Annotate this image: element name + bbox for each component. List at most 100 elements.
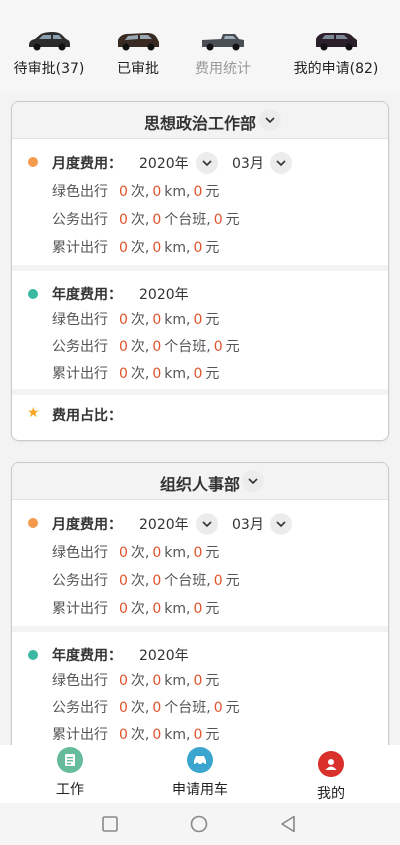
count-value: 0 bbox=[119, 366, 128, 382]
count-unit: 次, bbox=[130, 240, 150, 256]
pickup-icon bbox=[202, 34, 244, 51]
yuan-unit: 元 bbox=[225, 573, 240, 589]
nav-work[interactable]: 工作 bbox=[50, 747, 90, 799]
annual-dot-icon bbox=[28, 289, 38, 299]
work-icon bbox=[57, 747, 83, 773]
row-label: 公务出行 bbox=[52, 339, 108, 355]
yuan-value: 0 bbox=[213, 212, 223, 228]
count-value: 0 bbox=[119, 673, 128, 689]
recent-apps-icon[interactable] bbox=[102, 816, 118, 832]
user-icon bbox=[318, 751, 344, 777]
count-unit: 次, bbox=[130, 212, 150, 228]
total-travel-row: 累计出行 0 次, 0 km, 0 元 bbox=[52, 724, 219, 744]
tab-approved[interactable]: 已审批 bbox=[108, 30, 168, 78]
tab-my-applications[interactable]: 我的申请(82) bbox=[282, 30, 390, 78]
total-travel-row: 累计出行 0 次, 0 km, 0 元 bbox=[52, 363, 219, 383]
star-icon: ★ bbox=[27, 405, 40, 421]
annual-year: 2020年 bbox=[139, 287, 189, 303]
row-label: 绿色出行 bbox=[52, 312, 108, 328]
yuan-value: 0 bbox=[213, 700, 223, 716]
km-value: 0 bbox=[152, 727, 162, 743]
green-travel-row: 绿色出行 0 次, 0 km, 0 元 bbox=[52, 670, 219, 690]
annual-expense-label: 年度费用： bbox=[52, 648, 122, 664]
annual-dot-icon bbox=[28, 650, 38, 660]
yuan-value: 0 bbox=[193, 601, 203, 617]
yuan-unit: 元 bbox=[205, 312, 220, 328]
year-dropdown[interactable] bbox=[196, 152, 218, 174]
nav-apply-car[interactable]: 申请用车 bbox=[160, 747, 240, 799]
tab-pending[interactable]: 待审批(37) bbox=[6, 30, 92, 78]
count-value: 0 bbox=[119, 545, 128, 561]
count-value: 0 bbox=[119, 184, 128, 200]
yuan-value: 0 bbox=[213, 573, 223, 589]
department-header: 组织人事部 bbox=[12, 463, 388, 500]
bottom-nav: 工作 申请用车 我的 bbox=[0, 745, 400, 803]
chevron-down-icon bbox=[276, 160, 286, 166]
km-unit: km, bbox=[164, 312, 191, 328]
department-card: 组织人事部 月度费用： 2020年 03月 绿色出行 0 次, 0 km, 0 元 公务出行… bbox=[11, 462, 389, 764]
department-dropdown[interactable] bbox=[259, 109, 281, 131]
km-unit: km, bbox=[164, 184, 191, 200]
monthly-expense-section: 月度费用： 2020年 03月 绿色出行 0 次, 0 km, 0 元 公务出行 0 次, 0 个台… bbox=[12, 500, 388, 626]
chevron-down-icon bbox=[248, 478, 258, 484]
km-value: 0 bbox=[152, 601, 162, 617]
nav-work-label: 工作 bbox=[56, 782, 84, 798]
tab-expense-stats-label: 费用统计 bbox=[195, 61, 251, 77]
count-value: 0 bbox=[119, 240, 128, 256]
annual-expense-section: 年度费用： 2020年 绿色出行 0 次, 0 km, 0 元 公务出行 0 次, 0 个台班, 0 元… bbox=[12, 626, 388, 762]
yuan-unit: 元 bbox=[205, 240, 220, 256]
monthly-year-select[interactable]: 2020年 bbox=[139, 514, 189, 534]
monthly-month-select[interactable]: 03月 bbox=[232, 153, 264, 173]
monthly-year-select[interactable]: 2020年 bbox=[139, 153, 189, 173]
home-icon[interactable] bbox=[190, 815, 208, 833]
monthly-expense-label: 月度费用： bbox=[52, 517, 122, 533]
green-travel-row: 绿色出行 0 次, 0 km, 0 元 bbox=[52, 309, 219, 329]
count-unit: 次, bbox=[130, 700, 150, 716]
yuan-value: 0 bbox=[193, 673, 203, 689]
count-value: 0 bbox=[119, 312, 128, 328]
shifts-value: 0 bbox=[152, 212, 162, 228]
count-unit: 次, bbox=[130, 312, 150, 328]
km-value: 0 bbox=[152, 673, 162, 689]
monthly-month-select[interactable]: 03月 bbox=[232, 514, 264, 534]
yuan-unit: 元 bbox=[205, 673, 220, 689]
km-value: 0 bbox=[152, 366, 162, 382]
monthly-expense-label: 月度费用： bbox=[52, 156, 122, 172]
yuan-unit: 元 bbox=[225, 700, 240, 716]
yuan-unit: 元 bbox=[205, 727, 220, 743]
yuan-value: 0 bbox=[193, 727, 203, 743]
department-header: 思想政治工作部 bbox=[12, 102, 388, 139]
official-travel-row: 公务出行 0 次, 0 个台班, 0 元 bbox=[52, 209, 240, 229]
month-dropdown[interactable] bbox=[270, 152, 292, 174]
count-value: 0 bbox=[119, 601, 128, 617]
department-name: 思想政治工作部 bbox=[143, 114, 256, 133]
department-dropdown[interactable] bbox=[242, 470, 264, 492]
official-travel-row: 公务出行 0 次, 0 个台班, 0 元 bbox=[52, 697, 240, 717]
sedan-icon bbox=[29, 32, 70, 51]
row-label: 公务出行 bbox=[52, 700, 108, 716]
back-icon[interactable] bbox=[280, 815, 296, 833]
tab-expense-stats[interactable]: 费用统计 bbox=[188, 30, 258, 78]
total-travel-row: 累计出行 0 次, 0 km, 0 元 bbox=[52, 237, 219, 257]
count-value: 0 bbox=[119, 339, 128, 355]
nav-mine[interactable]: 我的 bbox=[311, 751, 351, 803]
annual-expense-section: 年度费用： 2020年 绿色出行 0 次, 0 km, 0 元 公务出行 0 次, 0 个台班, 0 元… bbox=[12, 265, 388, 389]
row-label: 累计出行 bbox=[52, 366, 108, 382]
monthly-dot-icon bbox=[28, 157, 38, 167]
row-label: 绿色出行 bbox=[52, 545, 108, 561]
count-unit: 次, bbox=[130, 573, 150, 589]
count-unit: 次, bbox=[130, 673, 150, 689]
month-dropdown[interactable] bbox=[270, 513, 292, 535]
official-travel-row: 公务出行 0 次, 0 个台班, 0 元 bbox=[52, 570, 240, 590]
row-label: 公务出行 bbox=[52, 573, 108, 589]
row-label: 累计出行 bbox=[52, 727, 108, 743]
ratio-section: ★ 费用占比： bbox=[12, 389, 388, 440]
ratio-label: 费用占比： bbox=[52, 408, 122, 424]
monthly-expense-section: 月度费用： 2020年 03月 绿色出行 0 次, 0 km, 0 元 公务出行 0 次, 0 个台… bbox=[12, 139, 388, 265]
year-dropdown[interactable] bbox=[196, 513, 218, 535]
count-unit: 次, bbox=[130, 727, 150, 743]
tab-my-applications-label: 我的申请(82) bbox=[293, 61, 379, 77]
shifts-value: 0 bbox=[152, 339, 162, 355]
minivan-icon bbox=[118, 33, 159, 51]
tab-approved-label: 已审批 bbox=[117, 61, 159, 77]
